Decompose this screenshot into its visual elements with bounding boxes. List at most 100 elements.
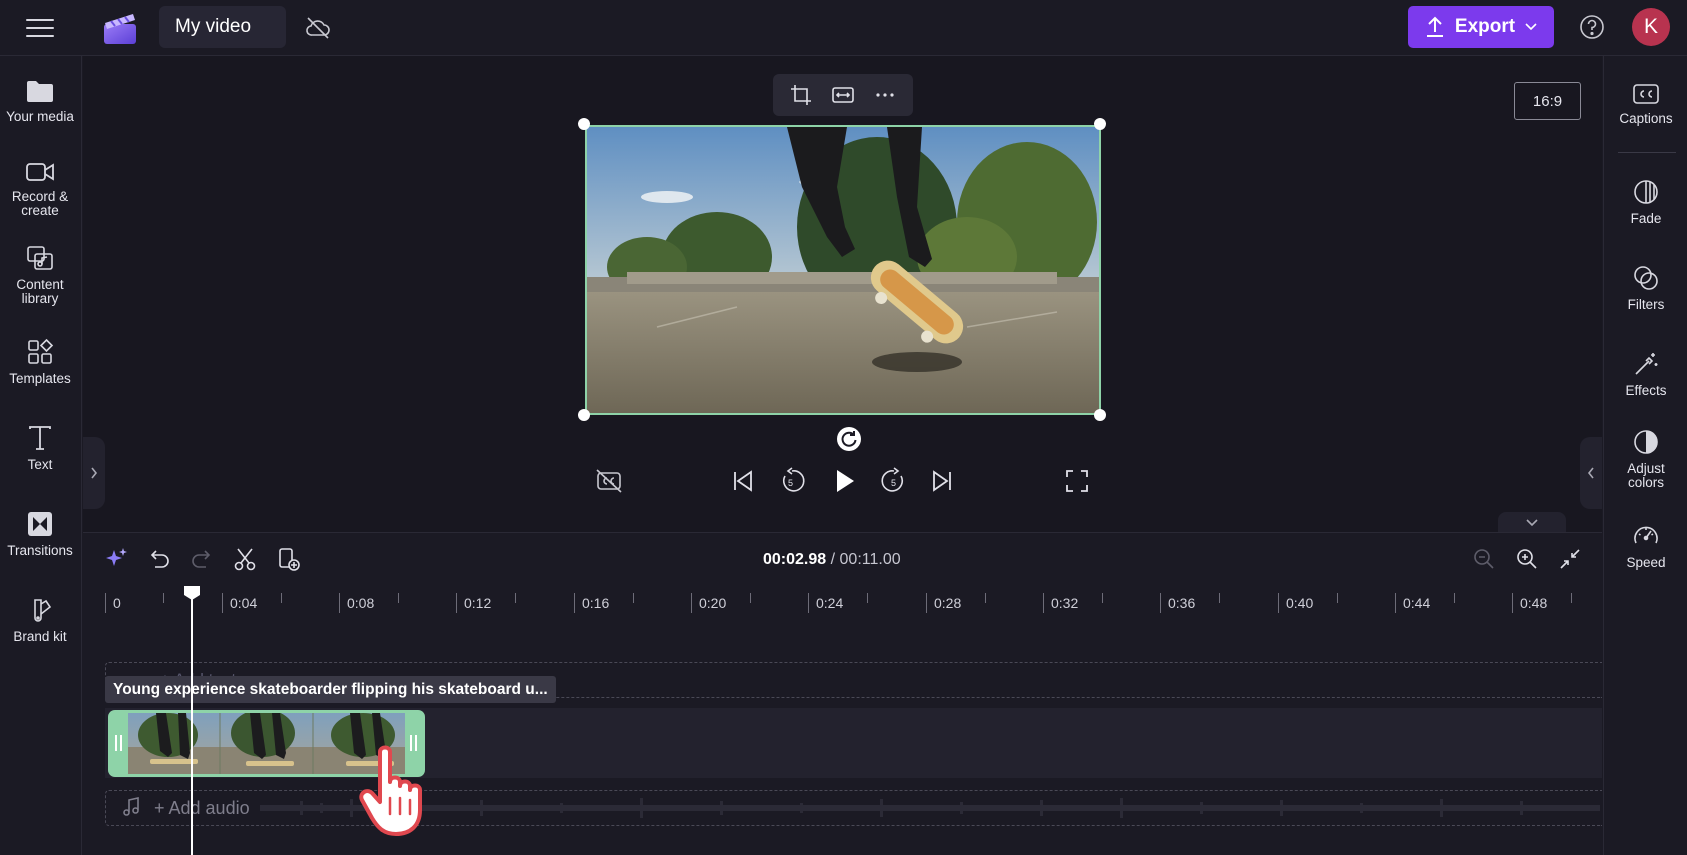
resize-handle-bottom-right[interactable] <box>1094 409 1106 421</box>
forward-5-icon[interactable]: 5 <box>879 466 909 496</box>
more-options-icon[interactable] <box>873 83 897 107</box>
text-icon <box>29 426 51 450</box>
ruler-tick <box>1278 593 1279 613</box>
sidebar-item-label: Transitions <box>7 543 73 558</box>
ruler-label: 0 <box>113 595 121 611</box>
play-icon[interactable] <box>829 466 859 496</box>
ruler-tick <box>1571 593 1572 603</box>
add-audio-placeholder[interactable]: + Add audio <box>154 798 250 819</box>
sidebar-item-transitions[interactable]: Transitions <box>0 510 80 558</box>
chevron-down-icon <box>1525 23 1537 31</box>
rotate-handle[interactable] <box>837 427 861 451</box>
right-sidebar: Captions Fade Filters Effects Adjust col… <box>1603 56 1687 855</box>
collapse-right-panel-button[interactable] <box>1580 437 1602 509</box>
timeline-ruler[interactable]: 0 0:04 0:08 0:12 0:16 0:20 0:24 0:28 0:3… <box>103 585 1602 615</box>
ruler-tick <box>574 593 575 613</box>
split-scissors-icon[interactable] <box>232 546 258 572</box>
sidebar-item-filters[interactable]: Filters <box>1604 264 1687 312</box>
current-time: 00:02.98 <box>763 551 827 568</box>
undo-icon[interactable] <box>146 546 172 572</box>
help-icon[interactable] <box>1578 13 1606 41</box>
timecode: 00:02.98 / 00:11.00 <box>763 551 901 569</box>
video-camera-icon <box>26 163 54 181</box>
ruler-tick <box>633 593 634 603</box>
ruler-tick <box>985 593 986 603</box>
sidebar-item-templates[interactable]: Templates <box>0 338 80 386</box>
skateboard-video-frame <box>587 127 1099 413</box>
menu-icon[interactable] <box>24 14 56 42</box>
ai-sparkle-icon[interactable] <box>104 546 130 572</box>
resize-handle-bottom-left[interactable] <box>578 409 590 421</box>
ruler-tick <box>1043 593 1044 613</box>
brand-kit-icon <box>34 599 52 622</box>
cloud-off-icon[interactable] <box>304 14 332 42</box>
ruler-tick <box>1102 593 1103 603</box>
adjust-colors-icon <box>1634 430 1658 454</box>
transitions-icon <box>28 512 52 536</box>
sidebar-item-label: Text <box>27 457 53 472</box>
redo-icon[interactable] <box>189 546 215 572</box>
resize-handle-top-left[interactable] <box>578 118 590 130</box>
hand-cursor-icon <box>359 745 422 836</box>
ruler-tick <box>1160 593 1161 613</box>
audio-waveform-placeholder <box>260 798 1600 818</box>
clip-title-tooltip: Young experience skateboarder flipping h… <box>105 676 556 703</box>
captions-off-icon[interactable] <box>594 466 624 496</box>
ruler-label: 0:04 <box>230 595 258 611</box>
sidebar-item-your-media[interactable]: Your media <box>0 78 80 124</box>
rewind-5-icon[interactable]: 5 <box>777 466 807 496</box>
zoom-in-icon[interactable] <box>1514 546 1540 572</box>
ruler-tick <box>691 593 692 613</box>
export-button[interactable]: Export <box>1408 6 1554 48</box>
preview-floating-toolbar <box>773 74 913 116</box>
resize-handle-top-right[interactable] <box>1094 118 1106 130</box>
crop-icon[interactable] <box>789 83 813 107</box>
ruler-tick <box>339 593 340 613</box>
fade-icon <box>1634 180 1658 204</box>
fullscreen-icon[interactable] <box>1062 466 1092 496</box>
playhead[interactable] <box>191 590 193 855</box>
add-to-timeline-icon[interactable] <box>276 546 302 572</box>
sidebar-item-adjust-colors[interactable]: Adjust colors <box>1604 428 1687 490</box>
rotate-icon <box>841 431 857 447</box>
collapse-left-panel-button[interactable] <box>83 437 105 509</box>
templates-icon <box>28 338 54 364</box>
ruler-label: 0:32 <box>1051 595 1079 611</box>
upload-icon <box>1426 16 1443 37</box>
clip-trim-handle-left[interactable] <box>115 735 123 751</box>
svg-text:5: 5 <box>891 478 896 488</box>
speedometer-icon <box>1634 526 1658 544</box>
sidebar-item-captions[interactable]: Captions <box>1604 82 1687 126</box>
skip-forward-icon[interactable] <box>927 466 957 496</box>
ruler-label: 0:44 <box>1403 595 1431 611</box>
fit-timeline-icon[interactable] <box>1557 546 1583 572</box>
sidebar-item-effects[interactable]: Effects <box>1604 350 1687 398</box>
sidebar-item-brand-kit[interactable]: Brand kit <box>0 596 80 644</box>
collapse-timeline-button[interactable] <box>1498 512 1566 532</box>
sidebar-item-label: Content library <box>16 277 64 306</box>
sidebar-item-text[interactable]: Text <box>0 424 80 472</box>
sidebar-item-content-library[interactable]: Content library <box>0 244 80 306</box>
ruler-tick <box>163 593 164 603</box>
svg-text:5: 5 <box>788 478 793 488</box>
sidebar-item-speed[interactable]: Speed <box>1604 522 1687 570</box>
project-title[interactable]: My video <box>159 6 286 48</box>
music-note-icon <box>123 797 139 816</box>
zoom-out-icon[interactable] <box>1471 546 1497 572</box>
fit-icon[interactable] <box>831 83 855 107</box>
ruler-label: 0:24 <box>816 595 844 611</box>
avatar[interactable]: K <box>1632 8 1670 46</box>
ruler-label: 0:12 <box>464 595 492 611</box>
chevron-left-icon <box>1587 467 1594 479</box>
aspect-ratio-button[interactable]: 16:9 <box>1514 82 1581 120</box>
sidebar-item-label: Adjust colors <box>1627 461 1665 490</box>
top-bar: My video Export K <box>0 0 1687 56</box>
playhead-handle[interactable] <box>183 585 201 601</box>
video-preview[interactable] <box>585 125 1101 415</box>
sidebar-item-fade[interactable]: Fade <box>1604 178 1687 226</box>
sidebar-item-record-create[interactable]: Record & create <box>0 160 80 218</box>
export-label: Export <box>1454 16 1516 37</box>
ruler-tick <box>398 593 399 603</box>
skip-back-icon[interactable] <box>728 466 758 496</box>
ruler-tick <box>515 593 516 603</box>
